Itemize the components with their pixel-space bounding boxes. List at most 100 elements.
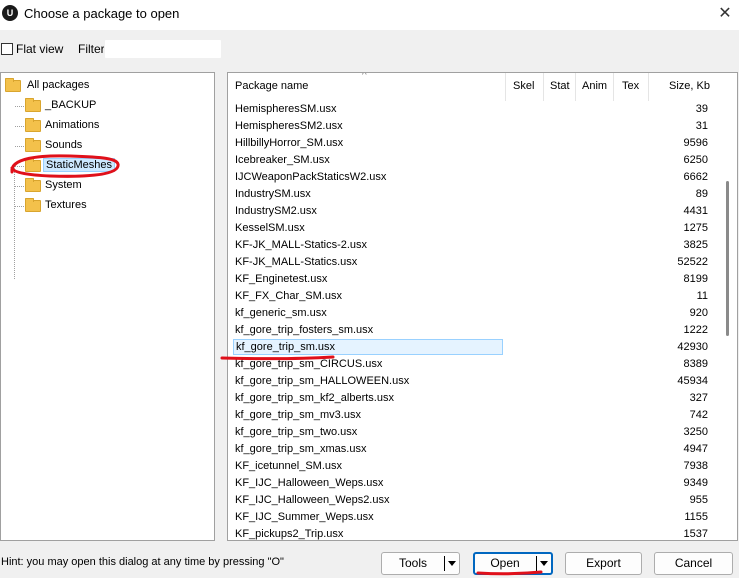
package-folder-tree[interactable]: All packages _BACKUP Animations Sounds Stat…: [0, 72, 215, 541]
package-size-cell: 39: [695, 103, 708, 115]
list-header: ^ Package name Skel Stat Anim Tex Size, …: [228, 73, 718, 101]
package-name-cell: kf_gore_trip_sm.usx: [233, 339, 503, 355]
package-size-cell: 11: [696, 290, 708, 302]
package-name-cell: Icebreaker_SM.usx: [235, 154, 330, 166]
column-size-kb[interactable]: Size, Kb: [669, 80, 710, 92]
package-name-cell: KF_FX_Char_SM.usx: [235, 290, 342, 302]
unreal-engine-logo-icon: U: [2, 5, 18, 21]
table-row[interactable]: kf_gore_trip_sm_mv3.usx 742: [228, 407, 718, 424]
package-name-cell: KF_IJC_Halloween_Weps.usx: [235, 477, 384, 489]
tree-connector-line: [14, 165, 15, 279]
cancel-button[interactable]: Cancel: [654, 552, 733, 575]
table-row[interactable]: kf_gore_trip_sm_xmas.usx 4947: [228, 441, 718, 458]
table-row[interactable]: kf_gore_trip_sm_two.usx 3250: [228, 424, 718, 441]
table-row[interactable]: KF_pickups2_Trip.usx 1537: [228, 526, 718, 540]
package-size-cell: 7938: [683, 460, 708, 472]
vertical-scrollbar[interactable]: [719, 73, 737, 540]
table-row[interactable]: KF-JK_MALL-Statics-2.usx 3825: [228, 237, 718, 254]
package-name-cell: kf_gore_trip_fosters_sm.usx: [235, 324, 374, 336]
tools-button-label: Tools: [398, 556, 427, 570]
folder-icon: [25, 198, 41, 212]
folder-icon: [25, 178, 41, 192]
column-package-name[interactable]: Package name: [235, 80, 308, 92]
column-skel[interactable]: Skel: [513, 80, 534, 92]
table-row[interactable]: KF_Enginetest.usx 8199: [228, 271, 718, 288]
filter-input[interactable]: [104, 39, 222, 59]
package-name-cell: HemispheresSM2.usx: [235, 120, 343, 132]
table-row[interactable]: KF_icetunnel_SM.usx 7938: [228, 458, 718, 475]
window-title: Choose a package to open: [24, 6, 180, 21]
table-row[interactable]: kf_gore_trip_sm.usx 42930: [228, 339, 718, 356]
package-size-cell: 1275: [683, 222, 708, 234]
table-row[interactable]: KF_FX_Char_SM.usx 11: [228, 288, 718, 305]
package-name-cell: KF_pickups2_Trip.usx: [235, 528, 344, 540]
export-button[interactable]: Export: [565, 552, 642, 575]
list-rows: HemispheresSM.usx 39 HemispheresSM2.usx 31 H…: [228, 101, 718, 540]
package-size-cell: 3825: [683, 239, 708, 251]
flat-view-checkbox[interactable]: [1, 43, 13, 55]
table-row[interactable]: kf_generic_sm.usx 920: [228, 305, 718, 322]
tree-item-label: _BACKUP: [45, 99, 97, 111]
package-size-cell: 9596: [683, 137, 708, 149]
table-row[interactable]: HemispheresSM.usx 39: [228, 101, 718, 118]
scrollbar-thumb[interactable]: [726, 181, 729, 336]
folder-icon: [25, 138, 41, 152]
folder-icon: [25, 118, 41, 132]
package-name-cell: KF-JK_MALL-Statics.usx: [235, 256, 358, 268]
package-size-cell: 3250: [683, 426, 708, 438]
package-name-cell: IndustrySM2.usx: [235, 205, 317, 217]
folder-icon: [5, 78, 21, 92]
package-name-cell: KF_IJC_Summer_Weps.usx: [235, 511, 374, 523]
column-stat[interactable]: Stat: [550, 80, 570, 92]
tools-dropdown-arrow-icon[interactable]: [448, 561, 456, 566]
package-size-cell: 1222: [683, 324, 708, 336]
package-size-cell: 1155: [684, 511, 708, 523]
package-size-cell: 4947: [683, 443, 708, 455]
table-row[interactable]: HemispheresSM2.usx 31: [228, 118, 718, 135]
table-row[interactable]: KF_IJC_Halloween_Weps.usx 9349: [228, 475, 718, 492]
package-name-cell: KF_icetunnel_SM.usx: [235, 460, 342, 472]
package-name-cell: IndustrySM.usx: [235, 188, 311, 200]
package-size-cell: 920: [689, 307, 708, 319]
package-list[interactable]: ^ Package name Skel Stat Anim Tex Size, …: [227, 72, 738, 541]
tree-item-label: Sounds: [45, 139, 83, 151]
tree-root-label: All packages: [27, 79, 90, 91]
package-name-cell: kf_gore_trip_sm_xmas.usx: [235, 443, 367, 455]
package-name-cell: kf_gore_trip_sm_kf2_alberts.usx: [235, 392, 394, 404]
table-row[interactable]: KF-JK_MALL-Statics.usx 52522: [228, 254, 718, 271]
open-button[interactable]: Open: [473, 552, 553, 575]
close-icon[interactable]: ✕: [712, 2, 738, 26]
column-anim[interactable]: Anim: [582, 80, 607, 92]
flat-view-label[interactable]: Flat view: [16, 42, 63, 56]
table-row[interactable]: kf_gore_trip_fosters_sm.usx 1222: [228, 322, 718, 339]
package-size-cell: 42930: [677, 341, 708, 353]
package-name-cell: kf_gore_trip_sm_mv3.usx: [235, 409, 361, 421]
tools-button[interactable]: Tools: [381, 552, 460, 575]
sort-ascending-icon: ^: [362, 72, 367, 81]
package-name-cell: IJCWeaponPackStaticsW2.usx: [235, 171, 387, 183]
hint-text: Hint: you may open this dialog at any ti…: [1, 556, 284, 568]
tree-item-label: System: [45, 179, 82, 191]
filter-bar: Flat view Filter:: [0, 38, 739, 62]
package-size-cell: 327: [689, 392, 708, 404]
table-row[interactable]: HillbillyHorror_SM.usx 9596: [228, 135, 718, 152]
table-row[interactable]: kf_gore_trip_sm_HALLOWEEN.usx 45934: [228, 373, 718, 390]
column-tex[interactable]: Tex: [622, 80, 639, 92]
table-row[interactable]: KesselSM.usx 1275: [228, 220, 718, 237]
package-name-cell: KF_Enginetest.usx: [235, 273, 328, 285]
table-row[interactable]: Icebreaker_SM.usx 6250: [228, 152, 718, 169]
table-row[interactable]: KF_IJC_Halloween_Weps2.usx 955: [228, 492, 718, 509]
table-row[interactable]: IndustrySM2.usx 4431: [228, 203, 718, 220]
table-row[interactable]: IJCWeaponPackStaticsW2.usx 6662: [228, 169, 718, 186]
folder-icon: [25, 98, 41, 112]
open-dropdown-arrow-icon[interactable]: [540, 561, 548, 566]
tree-item-label: Textures: [45, 199, 87, 211]
table-row[interactable]: kf_gore_trip_sm_CIRCUS.usx 8389: [228, 356, 718, 373]
package-size-cell: 45934: [677, 375, 708, 387]
table-row[interactable]: kf_gore_trip_sm_kf2_alberts.usx 327: [228, 390, 718, 407]
table-row[interactable]: IndustrySM.usx 89: [228, 186, 718, 203]
table-row[interactable]: KF_IJC_Summer_Weps.usx 1155: [228, 509, 718, 526]
package-name-cell: kf_gore_trip_sm_HALLOWEEN.usx: [235, 375, 410, 387]
package-name-cell: HemispheresSM.usx: [235, 103, 337, 115]
package-name-cell: kf_gore_trip_sm_CIRCUS.usx: [235, 358, 383, 370]
